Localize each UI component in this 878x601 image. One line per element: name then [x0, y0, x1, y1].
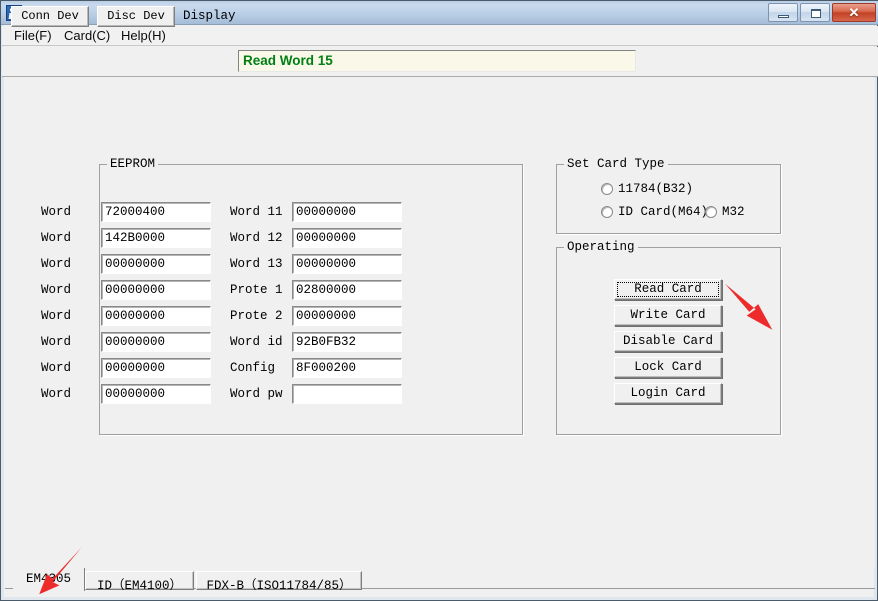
menu-item-help[interactable]: Help(H)	[117, 28, 170, 44]
menu-bar: File(F) Card(C) Help(H)	[2, 26, 878, 46]
minimize-button[interactable]	[768, 3, 798, 22]
maximize-button[interactable]	[800, 3, 830, 22]
close-icon: ✕	[848, 5, 860, 20]
eeprom-input-word-3[interactable]: 142B0000	[101, 228, 211, 248]
tab-id-em4100-label: ID（EM4100）	[96, 579, 182, 593]
eeprom-label-word-7: Word	[41, 309, 72, 323]
lock-card-button-label: Lock Card	[634, 360, 702, 374]
set-card-type-title: Set Card Type	[564, 157, 668, 171]
eeprom-label-word-pw: Word pw	[230, 387, 283, 401]
eeprom-value-prote-2: 00000000	[296, 309, 357, 323]
eeprom-value-word-5: 00000000	[105, 257, 166, 271]
eeprom-input-word-6[interactable]: 00000000	[101, 280, 211, 300]
eeprom-value-word-9: 00000000	[105, 361, 166, 375]
display-label: Display	[183, 9, 236, 23]
maximize-icon	[811, 9, 821, 18]
eeprom-value-word-11: 00000000	[296, 205, 357, 219]
radio-label-id-card-m64: ID Card(M64)	[618, 205, 709, 219]
radio-11784-b32[interactable]: 11784(B32)	[601, 182, 693, 196]
lock-card-button[interactable]: Lock Card	[614, 357, 722, 378]
close-button[interactable]: ✕	[832, 3, 876, 22]
eeprom-label-word-6: Word	[41, 283, 72, 297]
eeprom-label-word-5: Word	[41, 257, 72, 271]
read-card-button[interactable]: Read Card	[614, 279, 722, 300]
eeprom-value-word-id: 92B0FB32	[296, 335, 357, 349]
eeprom-label-prote-2: Prote 2	[230, 309, 283, 323]
eeprom-label-word-10: Word	[41, 387, 72, 401]
caption-button-group: ✕	[768, 3, 876, 22]
tab-fdx-b[interactable]: FDX-B（ISO11784/85）	[196, 571, 362, 593]
radio-label-m32: M32	[722, 205, 745, 219]
client-area: EEPROM Word 0 72000400 Word 3 142B0000 W…	[5, 78, 875, 567]
eeprom-input-word-0[interactable]: 72000400	[101, 202, 211, 222]
eeprom-value-word-10: 00000000	[105, 387, 166, 401]
eeprom-value-word-6: 00000000	[105, 283, 166, 297]
disable-card-button-label: Disable Card	[622, 334, 713, 348]
eeprom-label-prote-1: Prote 1	[230, 283, 283, 297]
eeprom-value-word-3: 142B0000	[105, 231, 166, 245]
eeprom-input-prote-2[interactable]: 00000000	[292, 306, 402, 326]
eeprom-input-word-12[interactable]: 00000000	[292, 228, 402, 248]
eeprom-label-word-12: Word 12	[230, 231, 283, 245]
eeprom-label-config: Config	[230, 361, 276, 375]
eeprom-label-word-3: Word	[41, 231, 72, 245]
tab-em4305-label: EM4305	[25, 572, 71, 586]
eeprom-input-word-7[interactable]: 00000000	[101, 306, 211, 326]
eeprom-input-word-13[interactable]: 00000000	[292, 254, 402, 274]
radio-icon-id-card-m64	[601, 206, 613, 218]
card-type-tabstrip: EM4305 ID（EM4100） FDX-B（ISO11784/85）	[5, 567, 875, 598]
eeprom-input-word-pw[interactable]	[292, 384, 402, 404]
application-window: RFID APP ✕ File(F) Card(C) Help(H) Conn …	[0, 0, 878, 601]
eeprom-value-prote-1: 02800000	[296, 283, 357, 297]
tab-em4305[interactable]: EM4305	[13, 568, 85, 591]
minimize-icon	[778, 15, 789, 18]
conn-dev-button[interactable]: Conn Dev	[11, 6, 89, 27]
eeprom-value-word-8: 00000000	[105, 335, 166, 349]
eeprom-value-config: 8F000200	[296, 361, 357, 375]
menu-item-card[interactable]: Card(C)	[60, 28, 114, 44]
menu-item-file[interactable]: File(F)	[10, 28, 56, 44]
eeprom-input-config[interactable]: 8F000200	[292, 358, 402, 378]
eeprom-input-word-5[interactable]: 00000000	[101, 254, 211, 274]
write-card-button-label: Write Card	[630, 308, 706, 322]
eeprom-label-word-8: Word	[41, 335, 72, 349]
eeprom-input-word-10[interactable]: 00000000	[101, 384, 211, 404]
eeprom-label-word-11: Word 11	[230, 205, 283, 219]
eeprom-label-word-id: Word id	[230, 335, 283, 349]
login-card-button-label: Login Card	[630, 386, 706, 400]
display-output-field[interactable]: Read Word 15	[238, 50, 636, 72]
operating-groupbox-title: Operating	[564, 240, 638, 254]
screenshot-root: RFID APP ✕ File(F) Card(C) Help(H) Conn …	[0, 0, 878, 601]
radio-icon-m32	[705, 206, 717, 218]
radio-icon-11784-b32	[601, 183, 613, 195]
tab-fdx-b-label: FDX-B（ISO11784/85）	[206, 579, 352, 593]
eeprom-label-word-13: Word 13	[230, 257, 283, 271]
display-output-text: Read Word 15	[243, 53, 333, 68]
eeprom-input-word-id[interactable]: 92B0FB32	[292, 332, 402, 352]
eeprom-input-prote-1[interactable]: 02800000	[292, 280, 402, 300]
disc-dev-button[interactable]: Disc Dev	[97, 6, 175, 27]
radio-id-card-m64[interactable]: ID Card(M64)	[601, 205, 708, 219]
eeprom-value-word-13: 00000000	[296, 257, 357, 271]
eeprom-groupbox-title: EEPROM	[107, 157, 159, 171]
eeprom-label-word-9: Word	[41, 361, 72, 375]
eeprom-value-word-7: 00000000	[105, 309, 166, 323]
read-card-button-label: Read Card	[634, 282, 702, 296]
radio-m32[interactable]: M32	[705, 205, 745, 219]
radio-label-11784-b32: 11784(B32)	[618, 182, 694, 196]
eeprom-label-word-0: Word	[41, 205, 72, 219]
login-card-button[interactable]: Login Card	[614, 383, 722, 404]
tab-id-em4100[interactable]: ID（EM4100）	[85, 571, 194, 593]
eeprom-input-word-11[interactable]: 00000000	[292, 202, 402, 222]
eeprom-input-word-9[interactable]: 00000000	[101, 358, 211, 378]
eeprom-input-word-8[interactable]: 00000000	[101, 332, 211, 352]
disable-card-button[interactable]: Disable Card	[614, 331, 722, 352]
eeprom-value-word-12: 00000000	[296, 231, 357, 245]
write-card-button[interactable]: Write Card	[614, 305, 722, 326]
eeprom-value-word-0: 72000400	[105, 205, 166, 219]
set-card-type-groupbox: Set Card Type	[556, 157, 781, 234]
